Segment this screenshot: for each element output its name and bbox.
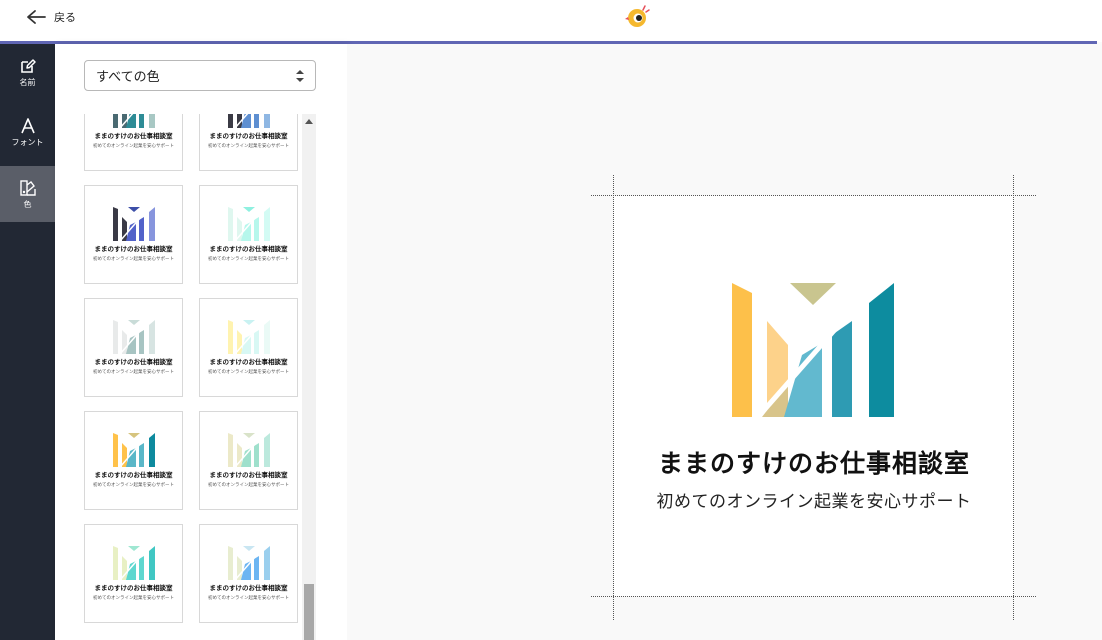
palette-card-title: ままのすけのお仕事相談室 [209,358,288,366]
palette-card-subtitle: 初めてのオンライン起業を安心サポート [93,144,174,149]
sidebar-item-color[interactable]: 色 [0,166,55,222]
bird-logo-icon [625,5,650,27]
color-filter-select[interactable]: すべての色 [84,60,316,91]
palette-card-subtitle: 初めてのオンライン起業を安心サポート [93,370,174,375]
palette-card[interactable]: ままのすけのお仕事相談室 初めてのオンライン起業を安心サポート [84,411,183,510]
sidebar-item-label: 名前 [19,77,36,87]
palette-card-title: ままのすけのお仕事相談室 [209,471,288,479]
arrow-left-icon [27,10,46,24]
palette-card-subtitle: 初めてのオンライン起業を安心サポート [93,257,174,262]
palette-card-title: ままのすけのお仕事相談室 [94,471,173,479]
palette-card-title: ままのすけのお仕事相談室 [209,584,288,592]
palette-card[interactable]: ままのすけのお仕事相談室 初めてのオンライン起業を安心サポート [199,298,298,397]
sidebar-item-name[interactable]: 名前 [0,44,55,100]
palette-card-title: ままのすけのお仕事相談室 [94,132,173,140]
palette-logo-icon [113,433,155,467]
palette-card[interactable]: ままのすけのお仕事相談室 初めてのオンライン起業を安心サポート [84,524,183,623]
guide-line-top [591,195,1036,196]
palette-card-subtitle: 初めてのオンライン起業を安心サポート [93,596,174,601]
palette-card-subtitle: 初めてのオンライン起業を安心サポート [208,370,289,375]
palette-scrollbar[interactable] [302,114,316,640]
guide-line-left [613,175,614,620]
sidebar-item-label: 色 [23,199,32,209]
palette-card[interactable]: ままのすけのお仕事相談室 初めてのオンライン起業を安心サポート [199,185,298,284]
scroll-up-arrow-icon[interactable] [305,118,313,124]
palette-card[interactable]: ままのすけのお仕事相談室 初めてのオンライン起業を安心サポート [84,114,183,171]
palette-card[interactable]: ままのすけのお仕事相談室 初めてのオンライン起業を安心サポート [84,185,183,284]
palette-logo-icon [113,207,155,241]
palette-card[interactable]: ままのすけのお仕事相談室 初めてのオンライン起業を安心サポート [199,524,298,623]
guide-line-bottom [591,596,1036,597]
color-palette-icon [19,179,36,196]
back-label: 戻る [54,11,76,24]
guide-line-right [1013,175,1014,620]
palette-card-title: ままのすけのお仕事相談室 [209,132,288,140]
palette-logo-icon [228,114,270,128]
select-caret-icon [296,70,304,82]
palette-logo-icon [228,207,270,241]
sidebar-item-font[interactable]: フォント [0,104,55,160]
palette-card-title: ままのすけのお仕事相談室 [94,245,173,253]
font-icon [20,117,35,133]
color-filter-value: すべての色 [96,70,160,85]
palette-logo-icon [228,320,270,354]
logo-subtitle[interactable]: 初めてのオンライン起業を安心サポート [614,487,1014,512]
palette-card-subtitle: 初めてのオンライン起業を安心サポート [208,144,289,149]
palette-card-title: ままのすけのお仕事相談室 [94,358,173,366]
palette-card[interactable]: ままのすけのお仕事相談室 初めてのオンライン起業を安心サポート [84,298,183,397]
palette-logo-icon [113,114,155,128]
logo-title[interactable]: ままのすけのお仕事相談室 [614,444,1014,480]
palette-card-subtitle: 初めてのオンライン起業を安心サポート [93,483,174,488]
scrollbar-thumb[interactable] [304,584,314,640]
sidebar-rail: 名前 フォント 色 [0,44,55,640]
palette-logo-icon [113,546,155,580]
palette-logo-icon [113,320,155,354]
palette-card-subtitle: 初めてのオンライン起業を安心サポート [208,257,289,262]
top-bar: 戻る [0,0,1102,42]
sidebar-item-label: フォント [11,137,44,147]
palette-logo-icon [228,546,270,580]
palette-card[interactable]: ままのすけのお仕事相談室 初めてのオンライン起業を安心サポート [199,411,298,510]
color-panel: すべての色 ままのすけのお仕事相談室 初めてのオンライン起業を安心サポート ままのす… [55,44,347,640]
back-button[interactable]: 戻る [26,6,76,28]
palette-card-title: ままのすけのお仕事相談室 [209,245,288,253]
palette-logo-icon [228,433,270,467]
palette-card[interactable]: ままのすけのお仕事相談室 初めてのオンライン起業を安心サポート [199,114,298,171]
palette-grid: ままのすけのお仕事相談室 初めてのオンライン起業を安心サポート ままのすけのお仕事相… [84,114,316,640]
palette-card-title: ままのすけのお仕事相談室 [94,584,173,592]
edit-icon [20,58,36,73]
logo-mark[interactable] [732,283,894,419]
palette-card-subtitle: 初めてのオンライン起業を安心サポート [208,483,289,488]
palette-card-subtitle: 初めてのオンライン起業を安心サポート [208,596,289,601]
